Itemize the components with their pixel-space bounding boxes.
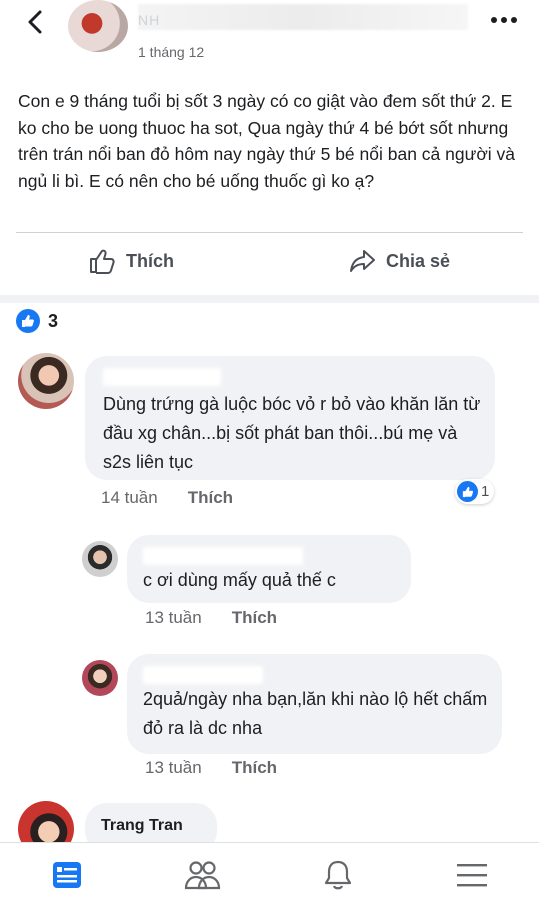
reply-like-link[interactable]: Thích [232,608,277,628]
reply-time[interactable]: 13 tuần [145,758,202,778]
commenter-name-redaction [103,368,221,386]
share-button-label: Chia sẻ [386,250,451,271]
divider [16,232,523,233]
back-arrow-icon [28,10,42,34]
section-separator [0,295,539,303]
reaction-count: 3 [48,310,59,331]
reply-avatar[interactable] [82,541,118,577]
bottom-nav-bar [0,842,539,905]
reply-text: 2quả/ngày nha bạn,lăn khi nào lộ hết chấ… [143,689,488,738]
more-options-icon [491,17,517,23]
comment-time[interactable]: 14 tuần [101,488,158,508]
nav-menu-tab[interactable] [452,855,492,895]
like-reaction-icon [457,481,478,502]
replier-name-redaction [143,666,263,684]
author-name-redaction [138,4,468,30]
reply-bubble: 2quả/ngày nha bạn,lăn khi nào lộ hết chấ… [127,654,502,754]
post-text: Con e 9 tháng tuổi bị sốt 3 ngày có co g… [18,91,516,191]
nav-notifications-tab[interactable] [318,855,358,895]
comment-meta: 14 tuần Thích [101,488,233,508]
reply-avatar[interactable] [82,660,118,696]
thumbs-up-icon [90,249,115,274]
comment-like-link[interactable]: Thích [188,488,233,508]
post-timestamp[interactable]: 1 tháng 12 [138,44,204,60]
post-author-avatar[interactable] [68,0,128,52]
reply-time[interactable]: 13 tuần [145,608,202,628]
like-button[interactable]: Thích [88,242,174,280]
comment-text: Dùng trứng gà luộc bóc vỏ r bỏ vào khăn … [103,394,481,472]
share-arrow-icon [350,250,375,272]
reply-meta: 13 tuần Thích [145,608,277,628]
post-header: NH 1 tháng 12 [0,0,539,75]
post-author-name[interactable]: NH [138,12,160,28]
like-button-label: Thích [126,250,174,271]
reaction-summary[interactable]: 3 [16,309,58,333]
reply-like-link[interactable]: Thích [232,758,277,778]
reply-meta: 13 tuần Thích [145,758,277,778]
like-reaction-icon [16,309,40,333]
commenter-name[interactable]: Trang Tran [101,817,183,835]
bell-icon [324,860,352,890]
hamburger-menu-icon [457,864,487,887]
friends-icon [184,861,221,890]
more-options-button[interactable] [486,8,522,32]
comment-reaction-badge[interactable]: 1 [455,479,495,504]
comment-reaction-count: 1 [481,483,490,500]
comment-bubble: Dùng trứng gà luộc bóc vỏ r bỏ vào khăn … [85,356,495,480]
reply-bubble: c ơi dùng mấy quả thế c [127,535,411,603]
share-button[interactable]: Chia sẻ [348,242,450,280]
replier-name-redaction [143,547,303,565]
back-button[interactable] [22,8,50,36]
news-feed-icon [53,862,81,888]
commenter-avatar[interactable] [18,353,74,409]
reply-text: c ơi dùng mấy quả thế c [143,570,336,590]
nav-friends-tab[interactable] [182,855,222,895]
nav-feed-tab[interactable] [47,855,87,895]
